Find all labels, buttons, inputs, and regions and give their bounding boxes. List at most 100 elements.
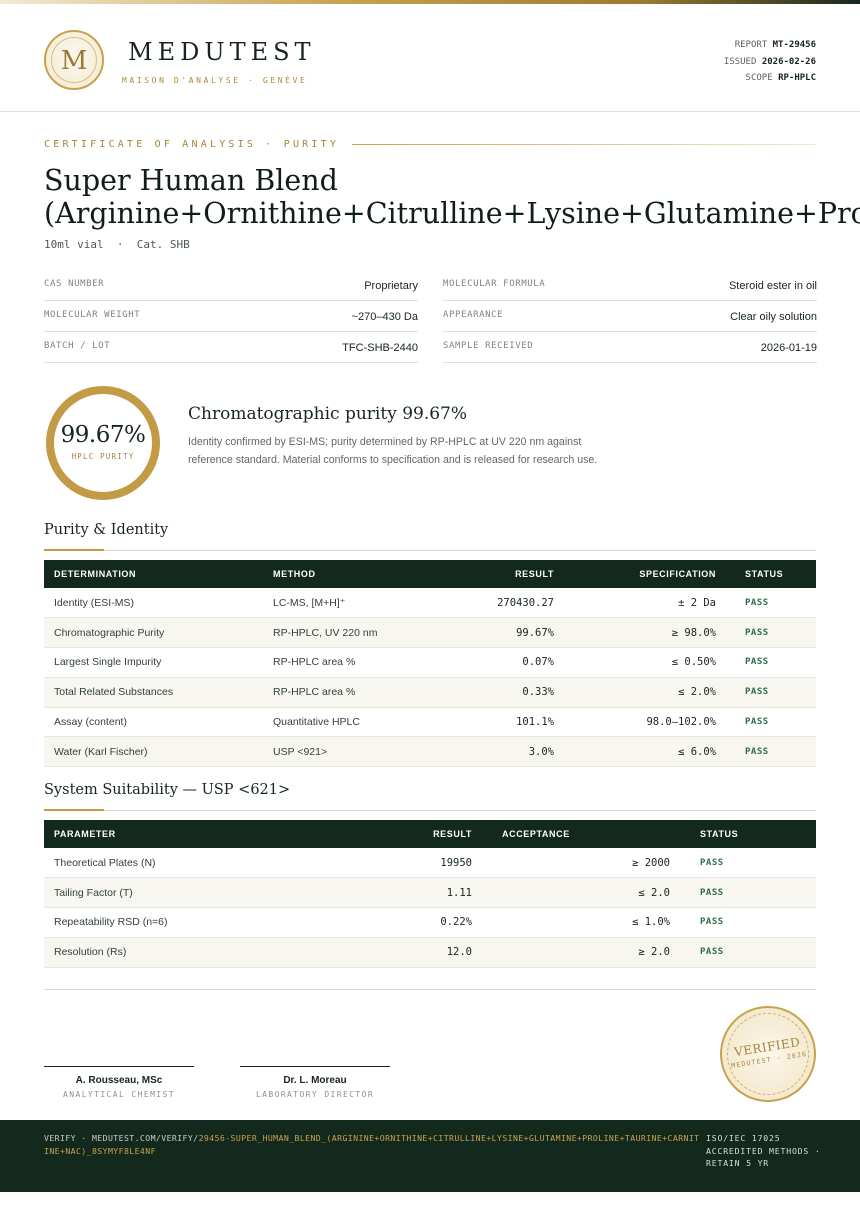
spec-row: APPEARANCE Clear oily solution: [443, 301, 817, 332]
table-row: Water (Karl Fischer) USP <921> 3.0% ≤ 6.…: [44, 736, 816, 767]
verified-seal: VERIFIED MEDUTEST · 2026: [720, 1006, 816, 1102]
brand-subtitle: MAISON D'ANALYSE · GENÈVE: [122, 76, 308, 85]
spec-value: Proprietary: [364, 280, 418, 292]
spec-row: MOLECULAR FORMULA Steroid ester in oil: [443, 270, 817, 301]
signatory-name: A. Rousseau, MSc: [75, 1075, 163, 1086]
determination-cell: Assay (content): [54, 716, 127, 729]
product-title-line-2: (Arginine+Ornithine+Citrulline+Lysine+Gl…: [44, 197, 860, 230]
issued-label: ISSUED: [723, 56, 757, 67]
brand-name: MEDUTEST: [128, 38, 316, 66]
verification-link[interactable]: VERIFY · MEDUTEST.COM/VERIFY/29456-SUPER…: [44, 1132, 700, 1157]
table-row: Largest Single Impurity RP-HPLC area % 0…: [44, 648, 816, 678]
parameter-cell: Repeatability RSD (n=6): [54, 916, 168, 929]
status-badge: PASS: [745, 597, 769, 608]
report-header: M MEDUTEST MAISON D'ANALYSE · GENÈVE REP…: [0, 4, 860, 112]
signatory-name: Dr. L. Moreau: [283, 1075, 347, 1086]
section-divider: [44, 810, 816, 811]
result-cell: 270430.27: [497, 596, 554, 609]
spec-key: MOLECULAR WEIGHT: [44, 310, 141, 320]
status-badge: PASS: [700, 857, 724, 868]
table-row: Repeatability RSD (n=6) 0.22% ≤ 1.0% PAS…: [44, 908, 816, 938]
spec-row: SAMPLE RECEIVED 2026-01-19: [443, 332, 817, 363]
status-badge: PASS: [745, 627, 769, 638]
purity-ring: 99.67% HPLC PURITY: [46, 386, 160, 500]
purity-identity-table: DETERMINATION METHOD RESULT SPECIFICATIO…: [44, 560, 816, 767]
acceptance-cell: ≤ 1.0%: [632, 916, 670, 929]
specification-cell: ± 2 Da: [678, 596, 716, 609]
result-cell: 3.0%: [528, 745, 554, 758]
column-header: ACCEPTANCE: [502, 829, 570, 839]
spec-key: SAMPLE RECEIVED: [443, 341, 534, 351]
column-header: PARAMETER: [54, 829, 116, 839]
result-cell: 1.11: [446, 886, 472, 899]
issued-date: 2026-02-26: [761, 56, 816, 67]
purity-headline: Chromatographic purity 99.67%: [188, 404, 468, 424]
purity-ring-value: 99.67%: [60, 422, 146, 448]
column-header: METHOD: [273, 569, 316, 579]
product-subtitle: 10ml vial · Cat. SHB: [44, 238, 190, 251]
scope-label: SCOPE: [745, 73, 773, 83]
table-header-row: PARAMETER RESULT ACCEPTANCE STATUS: [44, 820, 816, 848]
signature-block: A. Rousseau, MSc ANALYTICAL CHEMIST: [44, 1066, 194, 1099]
spec-key: APPEARANCE: [443, 310, 504, 320]
acceptance-cell: ≥ 2000: [632, 856, 670, 869]
issued-date-line: ISSUED 2026-02-26: [724, 54, 816, 71]
logo-monogram: M: [60, 46, 88, 76]
table-row: Chromatographic Purity RP-HPLC, UV 220 n…: [44, 617, 816, 648]
result-cell: 0.33%: [522, 686, 554, 699]
spec-key: BATCH / LOT: [44, 341, 111, 351]
eyebrow-divider: [352, 144, 816, 145]
certificate-eyebrow: CERTIFICATE OF ANALYSIS · PURITY: [44, 139, 340, 150]
specification-cell: ≤ 0.50%: [671, 656, 716, 669]
parameter-cell: Theoretical Plates (N): [54, 856, 156, 869]
column-header: RESULT: [515, 569, 554, 579]
determination-cell: Identity (ESI-MS): [54, 596, 134, 609]
determination-cell: Largest Single Impurity: [54, 656, 162, 669]
report-number: MT-29456: [772, 40, 816, 50]
signatory-role: LABORATORY DIRECTOR: [255, 1090, 375, 1099]
spec-value: Clear oily solution: [730, 311, 817, 323]
purity-ring-label: HPLC PURITY: [71, 452, 135, 461]
table-row: Identity (ESI-MS) LC-MS, [M+H]⁺ 270430.2…: [44, 588, 816, 618]
table-row: Total Related Substances RP-HPLC area % …: [44, 677, 816, 708]
status-badge: PASS: [745, 717, 769, 728]
spec-value: 2026-01-19: [760, 342, 817, 354]
column-header: STATUS: [745, 569, 784, 579]
section-title-system-suitability: System Suitability — USP <621>: [44, 782, 291, 798]
verify-prefix: VERIFY · MEDUTEST.COM/VERIFY/: [44, 1133, 199, 1143]
spec-column-right: MOLECULAR FORMULA Steroid ester in oil A…: [443, 270, 817, 363]
content-end-divider: [44, 989, 816, 990]
specification-cell: ≥ 98.0%: [671, 626, 716, 639]
status-badge: PASS: [700, 887, 724, 898]
status-badge: PASS: [745, 657, 769, 668]
spec-key: MOLECULAR FORMULA: [443, 279, 546, 289]
spec-row: BATCH / LOT TFC-SHB-2440: [44, 332, 418, 363]
table-row: Assay (content) Quantitative HPLC 101.1%…: [44, 707, 816, 737]
method-cell: Quantitative HPLC: [273, 716, 360, 729]
parameter-cell: Tailing Factor (T): [54, 886, 133, 899]
specification-cell: 98.0–102.0%: [646, 716, 716, 729]
acceptance-cell: ≤ 2.0: [638, 886, 670, 899]
specification-cell: ≤ 2.0%: [678, 686, 716, 699]
signature-block: Dr. L. Moreau LABORATORY DIRECTOR: [240, 1066, 390, 1099]
report-number-line: REPORT MT-29456: [724, 37, 816, 54]
column-header: RESULT: [433, 829, 472, 839]
column-header: SPECIFICATION: [639, 569, 716, 579]
spec-column-left: CAS NUMBER Proprietary MOLECULAR WEIGHT …: [44, 270, 418, 363]
seal-word: VERIFIED: [733, 1034, 802, 1060]
result-cell: 0.22%: [440, 916, 472, 929]
status-badge: PASS: [745, 746, 769, 757]
seal-text: VERIFIED MEDUTEST · 2026: [721, 1033, 816, 1071]
accreditation-note: ISO/IEC 17025 ACCREDITED METHODS · RETAI…: [706, 1133, 821, 1168]
spec-value: Steroid ester in oil: [728, 280, 817, 292]
system-suitability-table: PARAMETER RESULT ACCEPTANCE STATUS Theor…: [44, 820, 816, 968]
method-cell: USP <921>: [273, 745, 328, 758]
spec-value: TFC-SHB-2440: [342, 342, 418, 354]
purity-description: Identity confirmed by ESI-MS; purity det…: [188, 436, 598, 466]
result-cell: 0.07%: [522, 656, 554, 669]
table-row: Resolution (Rs) 12.0 ≥ 2.0 PASS: [44, 937, 816, 968]
signatory-role: ANALYTICAL CHEMIST: [63, 1090, 175, 1099]
parameter-cell: Resolution (Rs): [54, 946, 127, 959]
method-cell: RP-HPLC area %: [273, 686, 356, 699]
scope-line: SCOPE RP-HPLC: [724, 70, 816, 87]
